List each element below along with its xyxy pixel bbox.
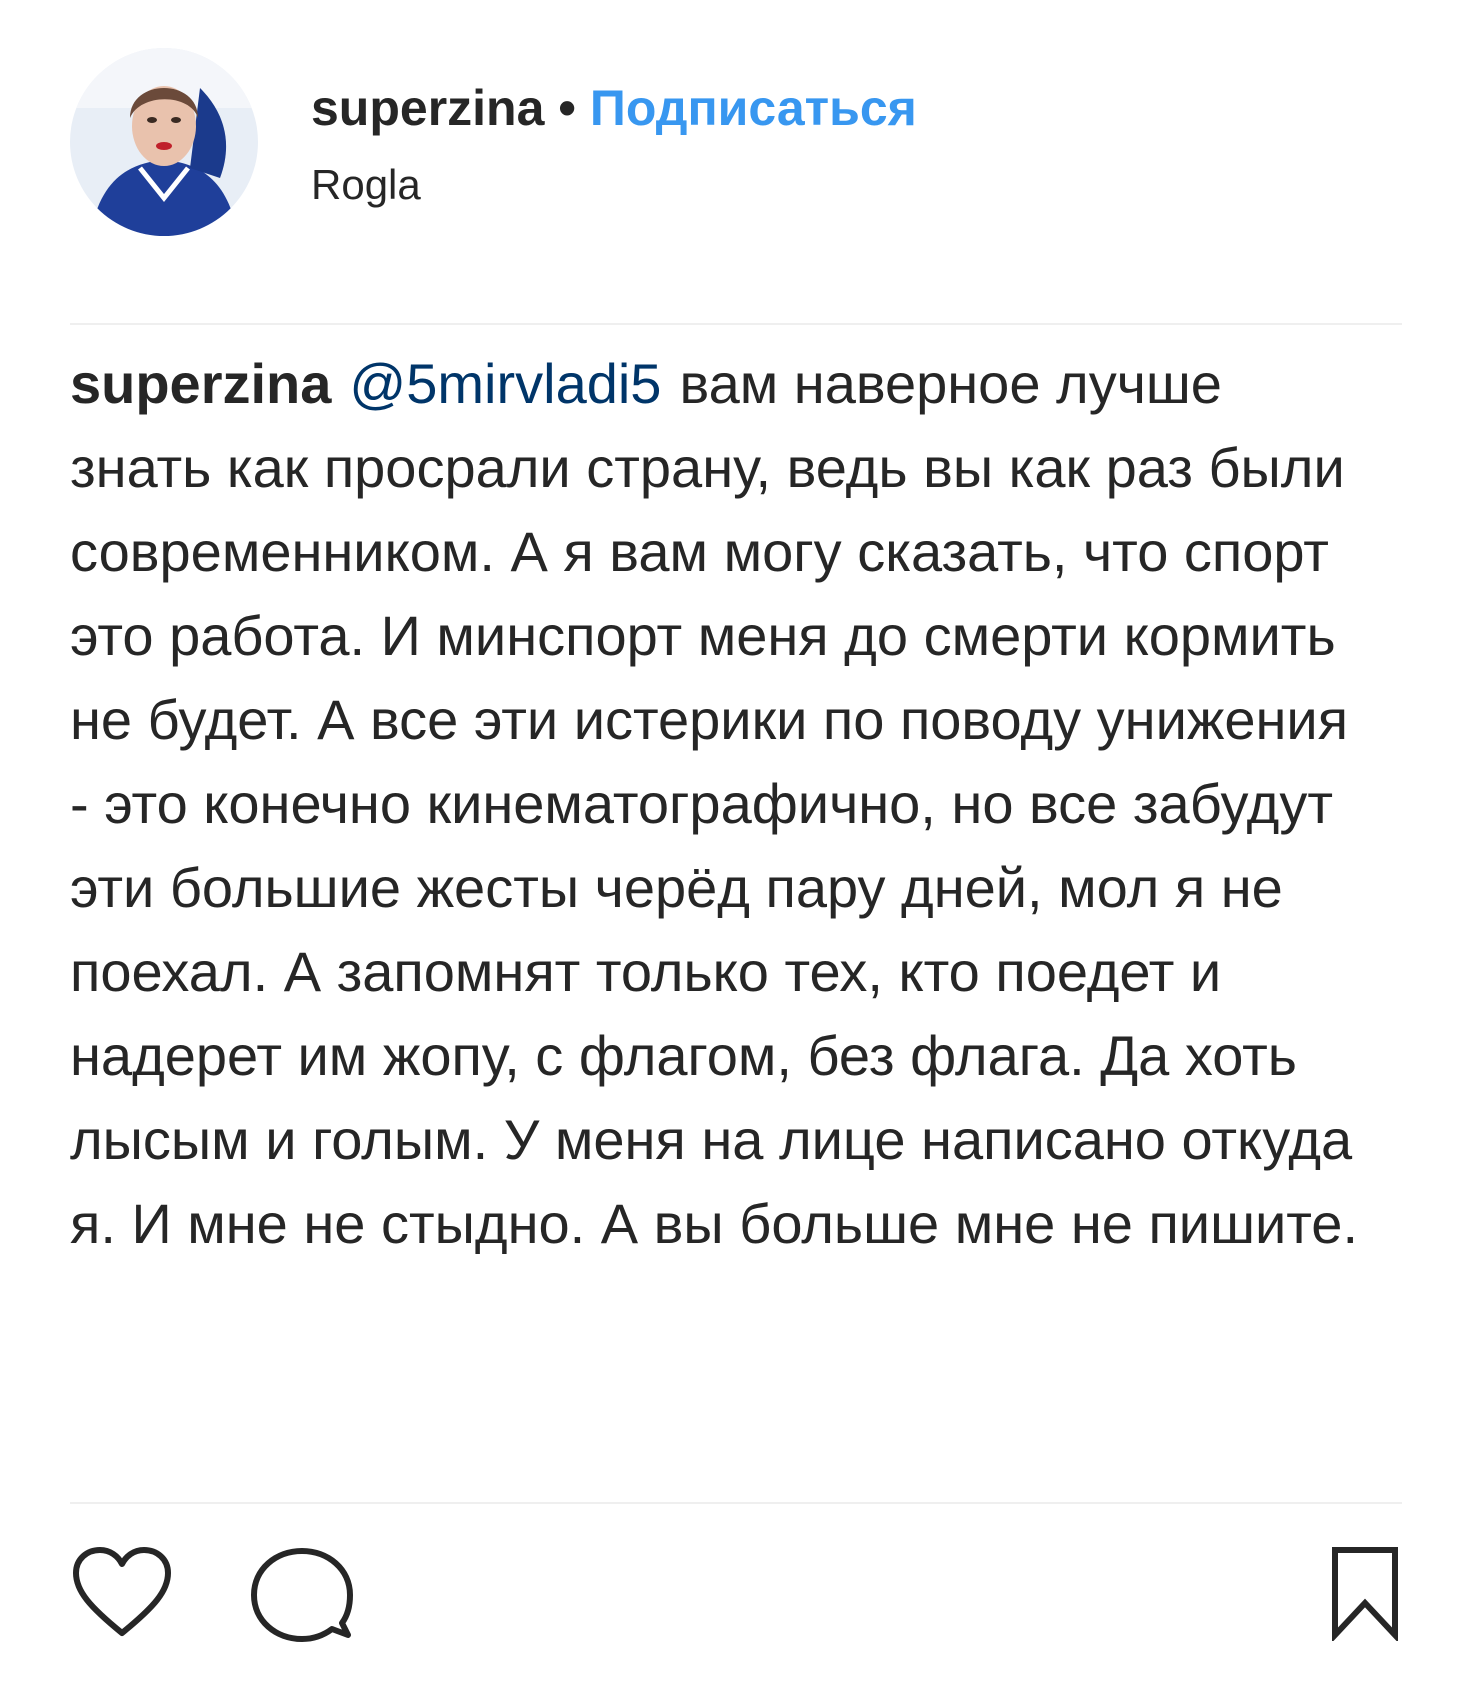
header-text: superzina • Подписаться Rogla xyxy=(311,78,917,210)
comment: superzina @5mirvladi5 вам наверное лучше з… xyxy=(70,342,1370,1266)
location-link[interactable]: Rogla xyxy=(311,160,917,210)
comment-text: вам наверное лучше знать как просрали ст… xyxy=(70,352,1358,1255)
avatar[interactable] xyxy=(70,48,258,236)
follow-button[interactable]: Подписаться xyxy=(590,80,917,136)
action-bar xyxy=(70,1545,1400,1655)
post-header: superzina • Подписаться Rogla xyxy=(70,48,1400,238)
divider-bottom xyxy=(70,1502,1402,1504)
comment-username-link[interactable]: superzina xyxy=(70,352,331,415)
avatar-photo xyxy=(70,48,258,236)
username-link[interactable]: superzina xyxy=(311,80,544,136)
mention-link[interactable]: @5mirvladi5 xyxy=(349,352,661,415)
bookmark-icon[interactable] xyxy=(1330,1545,1400,1641)
title-row: superzina • Подписаться xyxy=(311,78,917,138)
divider-top xyxy=(70,323,1402,325)
separator-dot: • xyxy=(558,80,576,136)
speech-bubble-icon[interactable] xyxy=(250,1545,354,1645)
heart-icon[interactable] xyxy=(70,1545,174,1641)
